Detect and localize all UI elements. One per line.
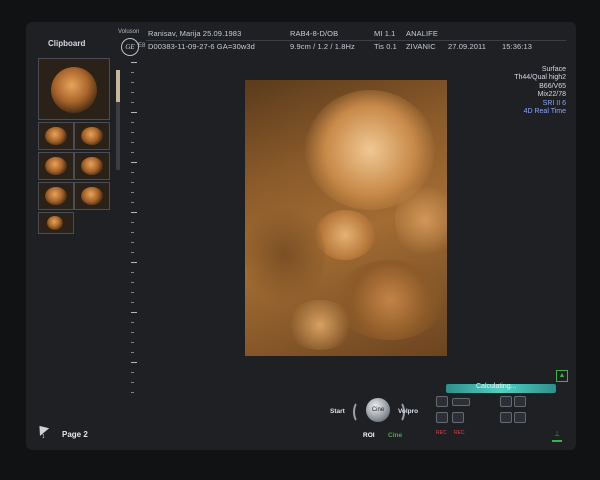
clipboard-thumbnail[interactable] <box>38 152 74 180</box>
ruler-tick <box>131 162 137 163</box>
control-grid: REC REC <box>434 394 554 444</box>
roi-label: ROI <box>363 432 375 439</box>
ruler-tick <box>131 62 137 63</box>
cine-label: Cine <box>388 432 403 439</box>
ge-logo-icon: GE <box>121 38 139 56</box>
clipboard-thumbnail[interactable] <box>74 152 110 180</box>
ruler-tick <box>131 122 134 123</box>
info-line: B66/V65 <box>539 82 566 90</box>
control-button[interactable] <box>514 396 526 407</box>
control-button[interactable] <box>500 412 512 423</box>
ruler-tick <box>131 72 134 73</box>
clipboard-thumbnail[interactable] <box>74 182 110 210</box>
info-line: Th44/Qual high2 <box>514 74 566 82</box>
ruler-tick <box>131 252 134 253</box>
info-line: Surface <box>541 66 566 73</box>
ruler-tick <box>131 212 137 213</box>
calculating-text: Calculating... <box>476 383 517 390</box>
ruler-tick <box>131 202 134 203</box>
clipboard-thumbnail[interactable] <box>38 58 110 120</box>
ruler-tick <box>131 182 134 183</box>
ultrasound-3d-image <box>245 80 447 356</box>
ruler-tick <box>131 332 134 333</box>
ruler-tick <box>131 142 134 143</box>
clipboard-thumbnail[interactable] <box>38 122 74 150</box>
ultrasound-screen: Voluson GE E8 Ranisav, Marija 25.09.1983… <box>26 22 576 450</box>
clipboard-thumbnail[interactable] <box>74 122 110 150</box>
app-name: ANALIFE <box>406 29 438 38</box>
control-button[interactable] <box>436 412 448 423</box>
control-button[interactable] <box>500 396 512 407</box>
exam-date: 27.09.2011 <box>448 42 486 51</box>
ruler-tick <box>131 232 134 233</box>
rotate-left-icon[interactable] <box>353 401 365 423</box>
cine-control[interactable]: Cine <box>330 398 430 448</box>
ruler-tick <box>131 262 137 263</box>
ruler-tick <box>131 352 134 353</box>
render-info-panel: Surface Th44/Qual high2 B66/V65 Mix22/78… <box>514 66 566 116</box>
ruler-tick <box>131 222 134 223</box>
ruler-tick <box>131 302 134 303</box>
ruler-tick <box>131 322 134 323</box>
ruler-tick <box>131 372 134 373</box>
page-label[interactable]: Page 2 <box>62 430 88 439</box>
mi-value: MI 1.1 <box>374 29 396 38</box>
info-line: SRI II 6 <box>542 99 566 107</box>
patient-name: Ranisav, Marija 25.09.1983 <box>148 29 242 38</box>
rec-label: REC <box>436 430 447 436</box>
ruler-tick <box>131 172 134 173</box>
cine-knob[interactable]: Cine <box>366 398 390 422</box>
page-number: 1 <box>42 434 45 440</box>
info-line: 4D Real Time <box>523 108 566 116</box>
exam-time: 15:36:13 <box>502 42 532 51</box>
ruler-tick <box>131 382 134 383</box>
probe-label: RAB4-8-D/OB <box>290 29 339 38</box>
ruler-tick <box>131 342 134 343</box>
ruler-tick <box>131 152 134 153</box>
header-divider <box>146 40 566 41</box>
control-button[interactable] <box>514 412 526 423</box>
ruler-tick <box>131 192 134 193</box>
ruler-tick <box>131 132 134 133</box>
control-button[interactable] <box>452 398 470 406</box>
clipboard-thumbnail[interactable] <box>38 212 74 234</box>
control-button[interactable] <box>452 412 464 423</box>
ruler-tick <box>131 82 134 83</box>
ruler-tick <box>131 392 134 393</box>
ruler-tick <box>131 112 137 113</box>
tis-value: Tis 0.1 <box>374 42 397 51</box>
control-button[interactable] <box>436 396 448 407</box>
depth-value: 9.9cm / 1.2 / 1.8Hz <box>290 42 355 51</box>
clipboard-thumbnail[interactable] <box>38 182 74 210</box>
clipboard-title: Clipboard <box>48 39 86 48</box>
ruler-tick <box>131 92 134 93</box>
marker-icon: ⊥ <box>552 430 562 442</box>
clipboard-panel <box>36 56 114 236</box>
ruler-tick <box>131 242 134 243</box>
depth-ruler <box>131 62 139 393</box>
ruler-tick <box>131 272 134 273</box>
ruler-tick <box>131 282 134 283</box>
ruler-tick <box>131 362 137 363</box>
clipboard-scroll-thumb[interactable] <box>116 70 120 102</box>
ruler-tick <box>131 312 137 313</box>
voluson-label: Voluson <box>118 29 140 35</box>
ruler-tick <box>131 102 134 103</box>
brand-area: Voluson GE E8 <box>118 29 146 59</box>
rec-label: REC <box>454 430 465 436</box>
operator-name: ZIVANIC <box>406 42 436 51</box>
status-icon: ▲ <box>556 370 568 382</box>
exam-id: D00383-11-09-27-6 GA=30w3d <box>148 42 255 51</box>
info-line: Mix22/78 <box>537 91 566 99</box>
model-label: E8 <box>138 43 146 49</box>
ruler-tick <box>131 292 134 293</box>
volpro-label: Volpro <box>398 408 419 415</box>
